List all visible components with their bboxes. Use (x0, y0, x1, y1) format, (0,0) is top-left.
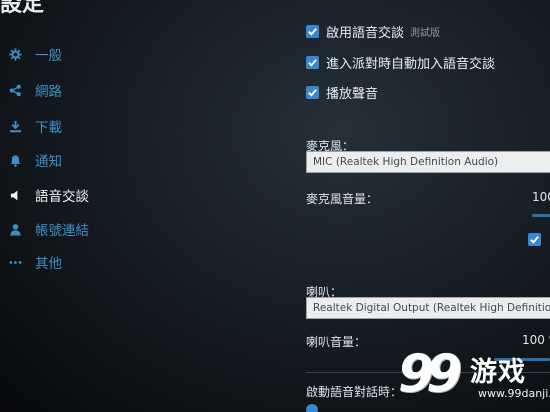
enable-voice-chat-label: 啟用語音交談 (326, 25, 405, 41)
sidebar-item-label: 通知 (35, 154, 62, 170)
sidebar-item-network[interactable]: 網路 (8, 78, 208, 102)
auto-join-voice-label: 進入派對時自動加入語音交談 (326, 56, 496, 72)
speaker-icon (8, 188, 22, 202)
user-icon (8, 222, 22, 236)
sidebar-item-download[interactable]: 下載 (8, 114, 208, 138)
gear-icon (8, 47, 22, 61)
microphone-select[interactable]: MIC (Realtek High Definition Audio) (306, 151, 550, 173)
network-icon (8, 83, 22, 97)
bell-icon (8, 153, 22, 167)
sidebar-item-label: 一般 (35, 48, 62, 64)
mic-volume-value: 100 (532, 190, 550, 204)
mic-volume-slider[interactable] (532, 214, 550, 217)
speaker-volume-label: 喇叭音量： (306, 335, 367, 349)
download-icon (8, 119, 22, 133)
play-sound-label: 播放聲音 (326, 86, 379, 102)
sidebar-item-other[interactable]: 其他 (8, 250, 208, 274)
speaker-select[interactable]: Realtek Digital Output (Realtek High Def… (306, 297, 550, 319)
checkbox-checked-icon[interactable] (306, 24, 319, 38)
sidebar-item-label: 其他 (35, 256, 62, 272)
sidebar-item-voice-chat[interactable]: 語音交談 (8, 183, 208, 207)
radio-selected-icon[interactable] (306, 404, 318, 412)
enable-voice-chat-checkbox[interactable]: 啟用語音交談 測試版 (306, 21, 440, 41)
sidebar-item-label: 帳號連結 (35, 223, 89, 239)
checkbox-checked-icon[interactable] (306, 85, 319, 99)
sidebar-item-account-link[interactable]: 帳號連結 (8, 217, 208, 241)
site-watermark: 99 游戏 www.99danji.com (398, 344, 550, 412)
play-sound-checkbox[interactable]: 播放聲音 (306, 82, 378, 102)
sidebar-item-general[interactable]: 一般 (8, 42, 208, 66)
sidebar-item-label: 網路 (35, 84, 62, 100)
sidebar-item-label: 語音交談 (35, 189, 89, 205)
sidebar-item-notifications[interactable]: 通知 (8, 148, 208, 172)
watermark-url: www.99danji.com (478, 387, 550, 400)
watermark-text: 游戏 (470, 357, 526, 388)
checkbox-checked-icon[interactable] (528, 233, 541, 246)
checkbox-checked-icon[interactable] (306, 55, 319, 69)
window-title: 設定 (0, 0, 45, 18)
watermark-logo: 99 (398, 344, 462, 404)
sidebar-item-label: 下載 (35, 120, 62, 136)
more-icon (8, 255, 22, 269)
mic-volume-label: 麥克風音量： (306, 192, 379, 206)
beta-badge: 測試版 (410, 27, 441, 39)
start-voice-label: 啟動語音對話時： (306, 385, 403, 399)
auto-join-voice-checkbox[interactable]: 進入派對時自動加入語音交談 (306, 52, 495, 72)
